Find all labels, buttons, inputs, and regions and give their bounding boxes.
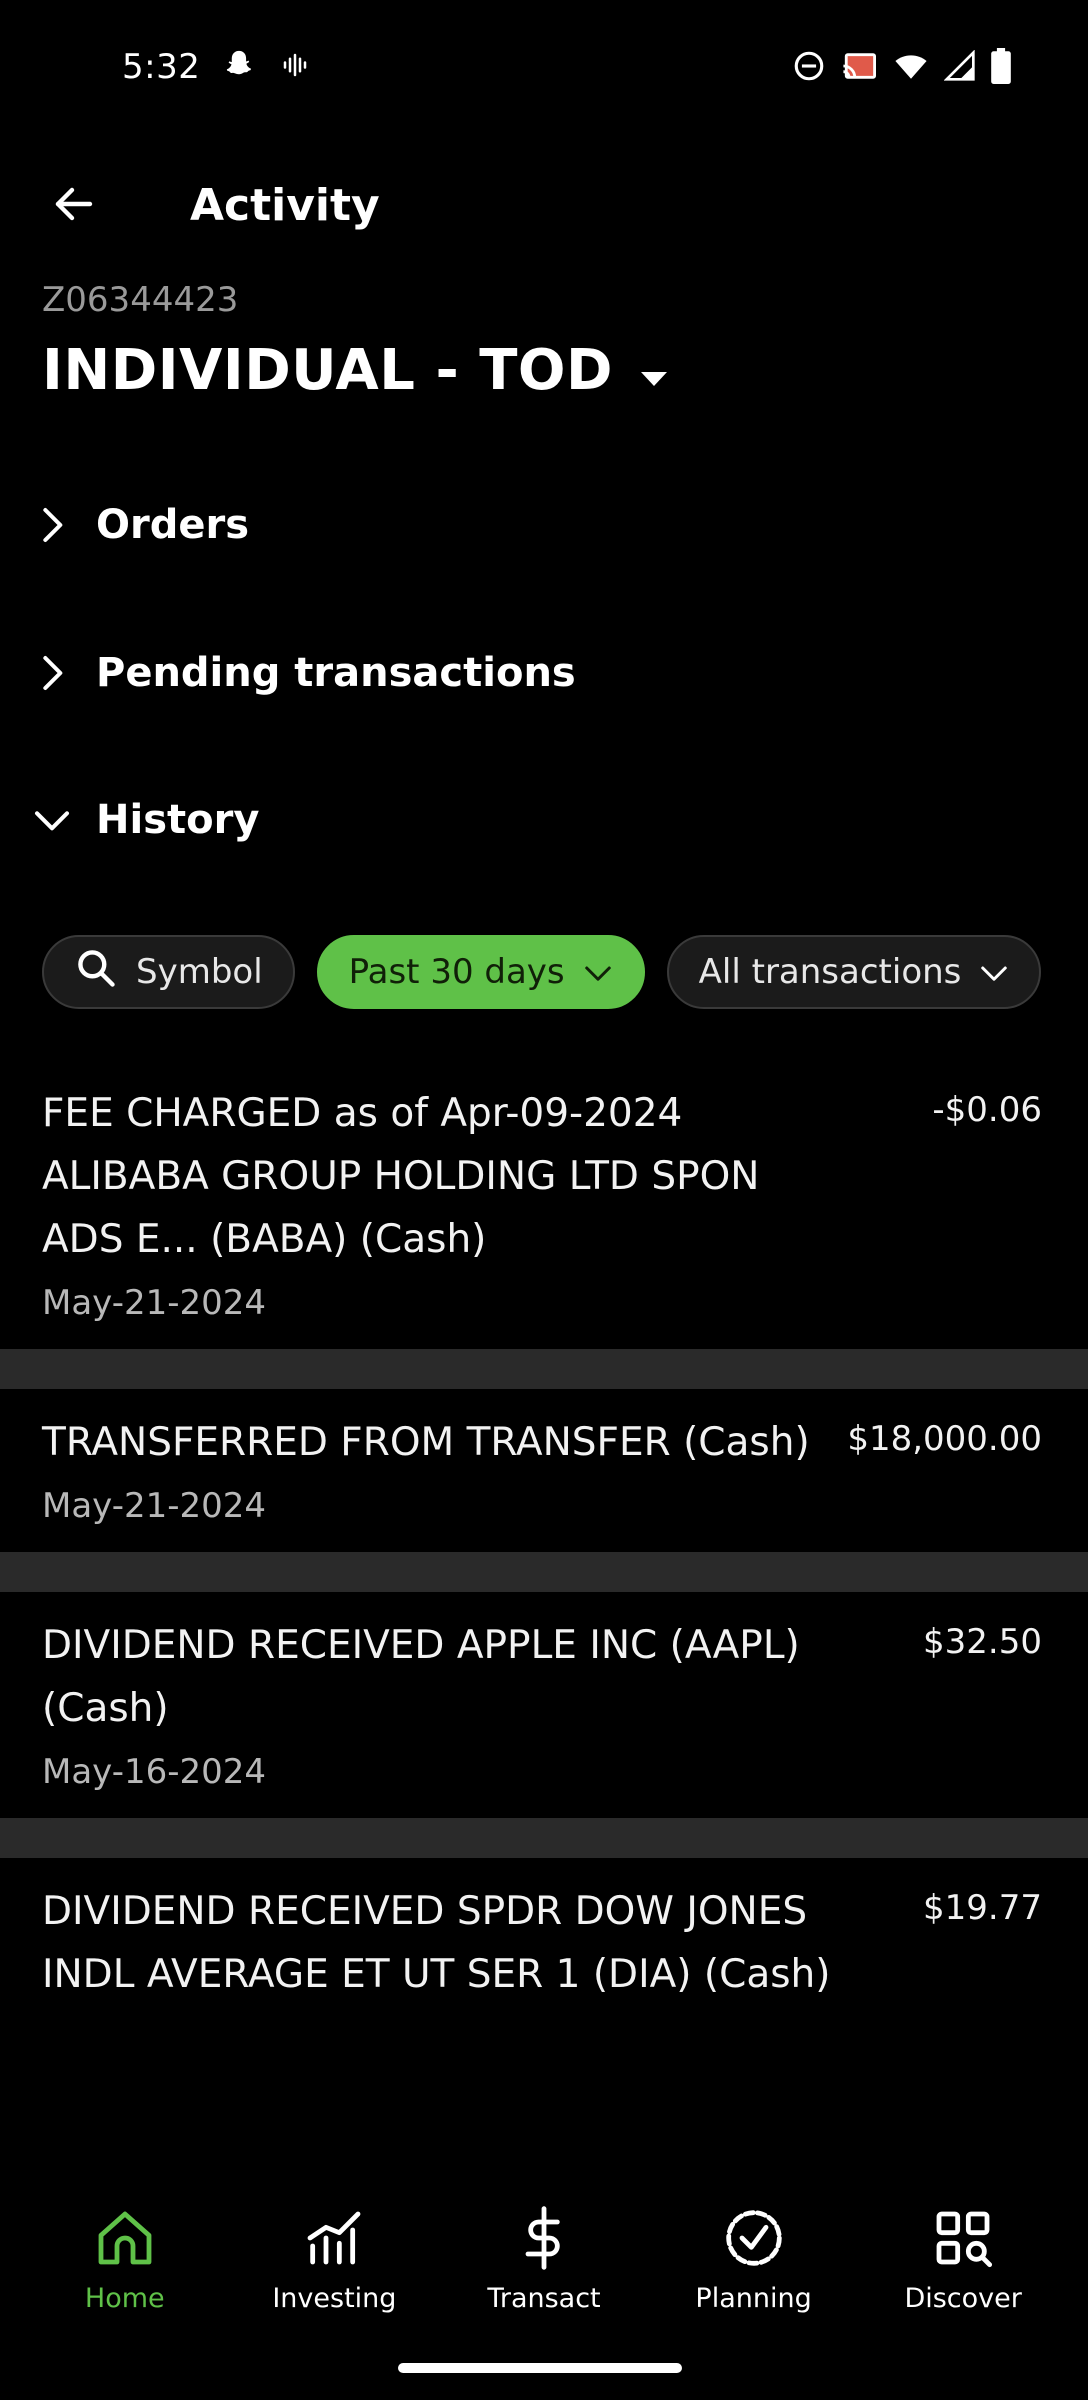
nav-discover[interactable]: Discover xyxy=(863,2180,1063,2400)
chevron-down-icon xyxy=(979,952,1009,992)
period-filter-chip[interactable]: Past 30 days xyxy=(316,935,645,1009)
section-history[interactable]: History xyxy=(30,775,1060,865)
account-name: INDIVIDUAL - TOD xyxy=(42,338,613,403)
app-header: Activity xyxy=(0,150,1088,260)
account-number: Z06344423 xyxy=(42,280,239,320)
nav-label: Discover xyxy=(904,2283,1022,2314)
transaction-description: DIVIDEND RECEIVED SPDR DOW JONES INDL AV… xyxy=(42,1889,831,1997)
transaction-date: May-21-2024 xyxy=(42,1486,267,1526)
arrow-left-icon xyxy=(50,180,98,232)
section-orders[interactable]: Orders xyxy=(30,480,1060,570)
nav-label: Planning xyxy=(695,2283,812,2314)
transaction-row[interactable]: TRANSFERRED FROM TRANSFER (Cash) $18,000… xyxy=(0,1389,1088,1592)
search-icon xyxy=(74,946,118,999)
dollar-icon xyxy=(512,2206,576,2277)
home-icon xyxy=(93,2206,157,2277)
section-pending-transactions[interactable]: Pending transactions xyxy=(30,628,1060,718)
caret-down-icon xyxy=(639,338,669,403)
transaction-list: FEE CHARGED as of Apr-09-2024 ALIBABA GR… xyxy=(0,1060,1088,2044)
signal-icon xyxy=(943,49,976,86)
back-button[interactable] xyxy=(38,174,110,238)
section-label: History xyxy=(96,797,260,843)
cast-icon xyxy=(840,49,878,87)
section-label: Orders xyxy=(96,502,250,548)
account-selector[interactable]: INDIVIDUAL - TOD xyxy=(42,338,669,403)
section-label: Pending transactions xyxy=(96,650,576,696)
transaction-date: May-21-2024 xyxy=(42,1283,267,1323)
check-circle-icon xyxy=(722,2206,786,2277)
chart-icon xyxy=(302,2206,366,2277)
chevron-right-icon xyxy=(30,503,74,547)
period-filter-label: Past 30 days xyxy=(348,952,565,992)
chevron-down-icon xyxy=(30,798,74,842)
filter-bar: Symbol Past 30 days All transactions xyxy=(42,935,1042,1009)
nav-label: Home xyxy=(84,2283,165,2314)
home-indicator[interactable] xyxy=(398,2363,682,2373)
type-filter-label: All transactions xyxy=(698,952,962,992)
page-title: Activity xyxy=(190,180,380,231)
status-bar: 5:32 xyxy=(0,0,1088,134)
transaction-description: FEE CHARGED as of Apr-09-2024 ALIBABA GR… xyxy=(42,1091,760,1262)
do-not-disturb-icon xyxy=(792,49,826,87)
chevron-right-icon xyxy=(30,651,74,695)
transaction-row[interactable]: FEE CHARGED as of Apr-09-2024 ALIBABA GR… xyxy=(0,1060,1088,1389)
transaction-amount: -$0.06 xyxy=(932,1090,1042,1130)
status-time: 5:32 xyxy=(122,47,201,87)
grid-search-icon xyxy=(931,2206,995,2277)
nav-label: Investing xyxy=(272,2283,397,2314)
snapchat-icon xyxy=(222,48,256,86)
transaction-amount: $32.50 xyxy=(923,1622,1042,1662)
nav-label: Transact xyxy=(487,2283,601,2314)
transaction-row[interactable]: DIVIDEND RECEIVED SPDR DOW JONES INDL AV… xyxy=(0,1858,1088,2044)
nav-planning[interactable]: Planning xyxy=(654,2180,854,2400)
voice-icon xyxy=(280,50,310,84)
transaction-date: May-16-2024 xyxy=(42,1752,267,1792)
nav-home[interactable]: Home xyxy=(25,2180,225,2400)
transaction-description: TRANSFERRED FROM TRANSFER (Cash) xyxy=(42,1420,810,1465)
battery-icon xyxy=(990,48,1012,88)
symbol-filter-chip[interactable]: Symbol xyxy=(42,935,295,1009)
chevron-down-icon xyxy=(583,952,613,992)
transaction-row[interactable]: DIVIDEND RECEIVED APPLE INC (AAPL) (Cash… xyxy=(0,1592,1088,1858)
wifi-icon xyxy=(892,49,930,87)
symbol-filter-label: Symbol xyxy=(136,952,263,992)
transaction-amount: $18,000.00 xyxy=(847,1419,1042,1459)
transaction-amount: $19.77 xyxy=(923,1888,1042,1928)
type-filter-chip[interactable]: All transactions xyxy=(666,935,1042,1009)
transaction-description: DIVIDEND RECEIVED APPLE INC (AAPL) (Cash… xyxy=(42,1623,800,1731)
